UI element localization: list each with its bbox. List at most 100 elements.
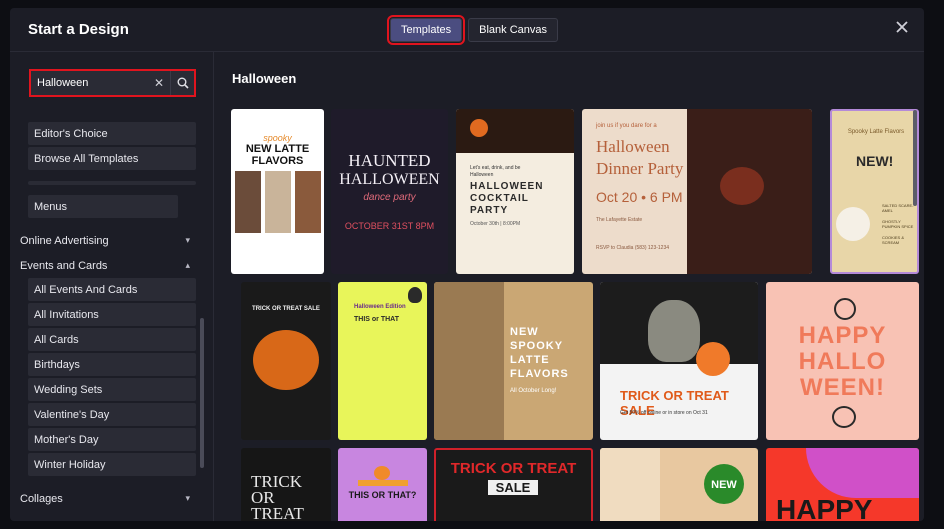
card-text: Dinner Party [596, 159, 684, 178]
start-design-modal: Start a Design Templates Blank Canvas ✕ … [10, 8, 924, 521]
pumpkin-icon [253, 330, 319, 390]
card-text: RSVP to Claudia (583) 123-1234 [596, 245, 670, 251]
card-photo [295, 171, 321, 233]
sidebar-item-all-events[interactable]: All Events And Cards [28, 278, 196, 301]
tab-templates[interactable]: Templates [386, 15, 466, 45]
card-text: LATTE [510, 354, 550, 366]
search-icon[interactable] [170, 71, 194, 95]
card-text: HAPPY [776, 494, 873, 521]
card-text: HAPPY [798, 322, 887, 349]
template-card[interactable]: Halloween Edition THIS or THAT [338, 282, 427, 440]
sidebar-item-partial[interactable] [28, 181, 196, 185]
template-card[interactable]: Spooky Latte Flavors NEW! SALTED SCARE-A… [830, 109, 919, 274]
chevron-down-icon: ▾ [185, 235, 190, 245]
clear-icon[interactable]: ✕ [148, 76, 170, 90]
sidebar-item-browse-all[interactable]: Browse All Templates [28, 147, 196, 170]
pumpkin-icon [374, 466, 390, 480]
category-online-advertising[interactable]: Online Advertising ▾ [20, 228, 196, 253]
card-text: join us if you dare for a [596, 123, 657, 129]
template-card[interactable]: TRICK OR TREAT [241, 448, 331, 521]
category-events-and-cards[interactable]: Events and Cards ▴ [20, 253, 196, 278]
category-list: Editor's Choice Browse All Templates Men… [20, 122, 196, 511]
card-text: Oct 20 • 6 PM [596, 189, 683, 205]
tabs: Templates Blank Canvas [386, 15, 559, 45]
template-card[interactable]: TRICK OR TREAT SALE [241, 282, 331, 440]
sidebar-item-all-invitations[interactable]: All Invitations [28, 303, 196, 326]
pumpkin-icon [720, 167, 764, 205]
card-text: HALLO [798, 348, 887, 375]
card-text: NEW [510, 326, 539, 338]
card-text: THIS OR THAT? [348, 490, 417, 500]
card-text: THIS or THAT [354, 316, 399, 323]
card-photo [600, 448, 660, 521]
template-card[interactable]: HAPPY [766, 448, 919, 521]
template-card[interactable]: NEW SPOOKY LATTE FLAVORS All October Lon… [434, 282, 593, 440]
template-card[interactable]: spooky NEW LATTE FLAVORS [231, 109, 324, 274]
card-text: TRICK OR TREAT [450, 460, 577, 477]
template-card[interactable]: Let's eat, drink, and be Halloween HALLO… [456, 109, 574, 274]
modal-title: Start a Design [28, 21, 129, 38]
tab-blank-canvas[interactable]: Blank Canvas [468, 18, 559, 42]
sidebar-item-winter-holiday[interactable]: Winter Holiday [28, 453, 196, 476]
card-text: SALE [488, 480, 538, 495]
card-text: COOKIES & SCREAM [882, 235, 905, 245]
skull-icon [408, 287, 422, 303]
sidebar-item-wedding-sets[interactable]: Wedding Sets [28, 378, 196, 401]
chevron-up-icon: ▴ [185, 260, 190, 270]
sidebar-item-birthdays[interactable]: Birthdays [28, 353, 196, 376]
card-text: Halloween Edition [354, 304, 406, 310]
search-box: ✕ [29, 69, 196, 97]
sidebar-item-editors-choice[interactable]: Editor's Choice [28, 122, 196, 145]
search-input[interactable] [31, 77, 148, 89]
card-text: TRICK OR TREAT SALE [252, 306, 320, 312]
card-text: Spooky Latte Flavors [847, 129, 905, 135]
chevron-down-icon: ▾ [185, 493, 190, 503]
blob-shape [806, 448, 919, 498]
close-icon[interactable] [896, 20, 908, 38]
card-text: HALLOWEEN [339, 171, 440, 188]
category-label: Events and Cards [20, 259, 108, 272]
card-text: Get 50% off online or in store on Oct 31 [620, 410, 708, 416]
template-card[interactable]: NEW [600, 448, 758, 521]
sidebar-scrollbar[interactable] [200, 318, 204, 468]
category-label: Collages [20, 492, 63, 505]
template-gallery: Halloween spooky NEW LATTE FLAVORS HAUNT… [215, 52, 924, 521]
card-text: SPOOKY [510, 340, 564, 352]
card-text: WEEN! [800, 374, 885, 401]
card-text: COCKTAIL [470, 193, 529, 204]
card-text: FLAVORS [510, 368, 569, 380]
card-text: Halloween [596, 137, 670, 156]
template-card[interactable]: TRICK OR TREAT SALE [434, 448, 593, 521]
sidebar-item-mothers-day[interactable]: Mother's Day [28, 428, 196, 451]
skull-icon [834, 298, 856, 320]
sidebar-item-valentines[interactable]: Valentine's Day [28, 403, 196, 426]
gallery-scrollbar[interactable] [913, 110, 917, 206]
template-card[interactable]: join us if you dare for a Halloween Dinn… [582, 109, 812, 274]
template-card[interactable]: HAUNTED HALLOWEEN dance party OCTOBER 31… [331, 109, 448, 274]
card-photo [434, 282, 504, 440]
template-card[interactable]: HAPPY HALLO WEEN! [766, 282, 919, 440]
sidebar-item-menus[interactable]: Menus [28, 195, 178, 218]
latte-cup [836, 207, 870, 241]
card-text: NEW [711, 479, 737, 491]
pumpkin-icon [832, 406, 856, 428]
card-text: dance party [363, 192, 416, 203]
card-text: NEW! [856, 153, 894, 169]
category-label: Online Advertising [20, 234, 109, 247]
gallery-heading: Halloween [232, 71, 297, 86]
sidebar-item-all-cards[interactable]: All Cards [28, 328, 196, 351]
template-card[interactable]: TRICK OR TREAT SALE Get 50% off online o… [600, 282, 758, 440]
card-text: TREAT [251, 504, 304, 521]
template-card[interactable]: THIS OR THAT? [338, 448, 427, 521]
category-collages[interactable]: Collages ▾ [20, 486, 196, 511]
card-text: HAUNTED [348, 151, 431, 170]
card-text: HALLOWEEN [470, 181, 544, 192]
modal-header: Start a Design Templates Blank Canvas [10, 8, 924, 52]
sidebar: ✕ Editor's Choice Browse All Templates M… [10, 52, 214, 521]
card-text: PARTY [470, 205, 509, 216]
pumpkin-icon [470, 119, 488, 137]
banner [358, 480, 408, 486]
card-photo [235, 171, 261, 233]
card-text: Let's eat, drink, and be Halloween [470, 165, 521, 178]
card-text: OCTOBER 31ST 8PM [344, 221, 435, 231]
